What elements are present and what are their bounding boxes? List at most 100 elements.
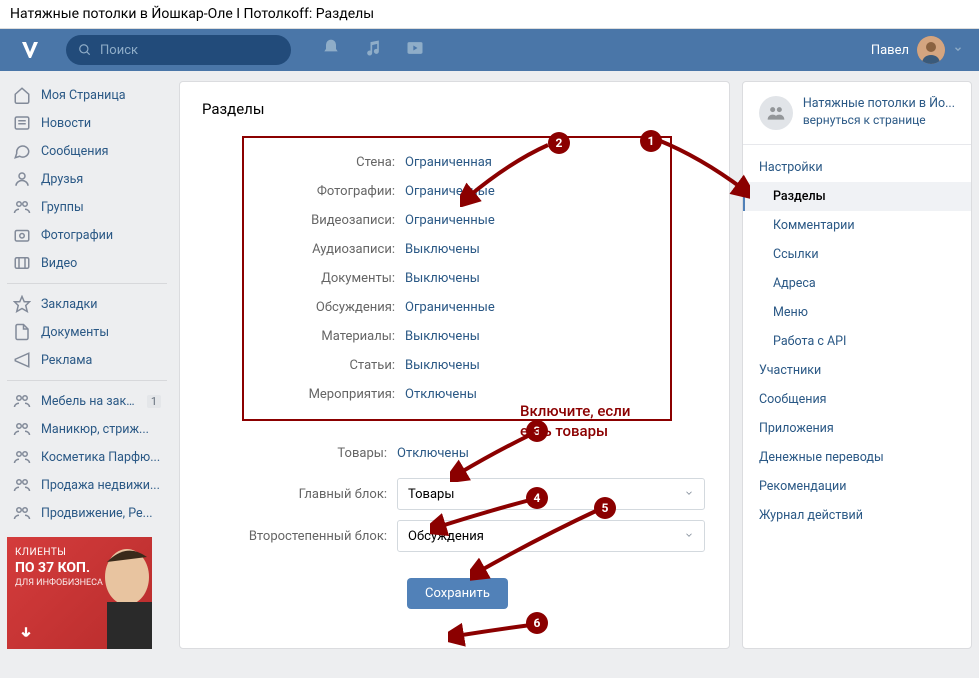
setting-label: Аудиозаписи: <box>250 242 405 257</box>
setting-row: Стена:Ограниченная <box>250 148 656 177</box>
nav-item[interactable]: Продажа недвижи... <box>7 471 167 499</box>
setting-label: Документы: <box>250 271 405 286</box>
setting-row: Фотографии:Ограниченные <box>250 177 656 206</box>
nav-label: Реклама <box>41 353 92 368</box>
group-avatar <box>759 96 793 130</box>
messages-icon <box>13 142 31 160</box>
settings-nav-item[interactable]: Разделы <box>743 182 971 211</box>
nav-label: Закладки <box>41 297 98 312</box>
vk-logo[interactable] <box>18 36 46 64</box>
settings-nav-item[interactable]: Рекомендации <box>743 472 971 501</box>
select-label: Второстепенный блок: <box>242 529 397 544</box>
nav-item[interactable]: Фотографии <box>7 221 167 249</box>
group-icon <box>766 103 786 123</box>
nav-label: Продажа недвижи... <box>41 478 160 493</box>
settings-highlight-box: Стена:ОграниченнаяФотографии:Ограниченны… <box>242 136 672 421</box>
friends-icon <box>13 170 31 188</box>
right-settings-nav: Натяжные потолки в Йо... вернуться к стр… <box>742 81 972 649</box>
music-icon[interactable] <box>363 38 383 62</box>
news-icon <box>13 114 31 132</box>
settings-nav-item[interactable]: Сообщения <box>743 385 971 414</box>
setting-value[interactable]: Ограниченные <box>405 213 495 228</box>
setting-row: Документы:Выключены <box>250 264 656 293</box>
settings-nav-item[interactable]: Журнал действий <box>743 501 971 530</box>
promo-ad[interactable]: КЛИЕНТЫ ПО 37 КОП. ДЛЯ ИНФОБИЗНЕСА <box>7 537 152 649</box>
nav-item[interactable]: Документы <box>7 318 167 346</box>
nav-item[interactable]: Друзья <box>7 165 167 193</box>
setting-row: Обсуждения:Ограниченные <box>250 293 656 322</box>
home-icon <box>13 86 31 104</box>
notifications-icon[interactable] <box>321 38 341 62</box>
annotation-arrow-3 <box>450 432 540 482</box>
nav-label: Мебель на зака... <box>41 394 137 409</box>
shortcut-icon <box>13 392 31 410</box>
user-menu[interactable]: Павел <box>871 36 969 64</box>
nav-item[interactable]: Сообщения <box>7 137 167 165</box>
settings-nav-item[interactable]: Настройки <box>743 153 971 182</box>
nav-item[interactable]: Видео <box>7 249 167 277</box>
settings-nav-item[interactable]: Участники <box>743 356 971 385</box>
nav-label: Маникюр, стриж... <box>41 422 149 437</box>
setting-row: Аудиозаписи:Выключены <box>250 235 656 264</box>
chevron-down-icon <box>684 487 694 502</box>
annotation-arrow-2 <box>460 142 555 207</box>
divider <box>7 283 167 284</box>
shortcut-icon <box>13 420 31 438</box>
nav-label: Видео <box>41 256 77 271</box>
settings-nav-item[interactable]: Приложения <box>743 414 971 443</box>
settings-nav-item[interactable]: Меню <box>743 298 971 327</box>
settings-nav-item[interactable]: Адреса <box>743 269 971 298</box>
setting-label: Статьи: <box>250 358 405 373</box>
setting-label: Материалы: <box>250 329 405 344</box>
nav-item[interactable]: Продвижение, Ре... <box>7 499 167 527</box>
nav-item[interactable]: Мебель на зака...1 <box>7 387 167 415</box>
main-panel: Разделы Стена:ОграниченнаяФотографии:Огр… <box>179 81 730 649</box>
setting-value[interactable]: Выключены <box>405 358 480 373</box>
ads-icon <box>13 351 31 369</box>
chevron-down-icon <box>684 529 694 544</box>
settings-nav-item[interactable]: Ссылки <box>743 240 971 269</box>
video-play-icon[interactable] <box>405 38 425 62</box>
setting-value[interactable]: Выключены <box>405 242 480 257</box>
back-link[interactable]: вернуться к странице <box>803 113 955 127</box>
setting-label: Мероприятия: <box>250 387 405 402</box>
search-input[interactable] <box>100 43 279 58</box>
annotation-arrow-1 <box>655 137 750 202</box>
setting-row: Видеозаписи:Ограниченные <box>250 206 656 235</box>
setting-value[interactable]: Выключены <box>405 329 480 344</box>
annotation-arrow-6 <box>448 622 538 647</box>
nav-item[interactable]: Новости <box>7 109 167 137</box>
group-header[interactable]: Натяжные потолки в Йо... вернуться к стр… <box>743 96 971 145</box>
nav-label: Новости <box>41 116 91 131</box>
shortcut-icon <box>13 504 31 522</box>
top-bar: Павел <box>0 29 979 71</box>
promo-person <box>77 537 152 649</box>
setting-value[interactable]: Выключены <box>405 271 480 286</box>
save-button[interactable]: Сохранить <box>407 578 508 609</box>
nav-item[interactable]: Реклама <box>7 346 167 374</box>
settings-nav-item[interactable]: Работа с API <box>743 327 971 356</box>
setting-label: Фотографии: <box>250 184 405 199</box>
photos-icon <box>13 226 31 244</box>
divider <box>7 380 167 381</box>
nav-label: Продвижение, Ре... <box>41 506 153 521</box>
settings-nav-item[interactable]: Комментарии <box>743 211 971 240</box>
settings-nav-item[interactable]: Денежные переводы <box>743 443 971 472</box>
nav-item[interactable]: Маникюр, стриж... <box>7 415 167 443</box>
left-nav: Моя Страница Новости Сообщения Друзья Группы… <box>7 81 167 649</box>
nav-item[interactable]: Закладки <box>7 290 167 318</box>
nav-item[interactable]: Группы <box>7 193 167 221</box>
setting-label: Видеозаписи: <box>250 213 405 228</box>
shortcut-icon <box>13 476 31 494</box>
setting-label: Стена: <box>250 155 405 170</box>
setting-value[interactable]: Отключены <box>405 387 477 402</box>
setting-label: Товары: <box>242 446 397 461</box>
nav-label: Косметика Парфю... <box>41 450 160 465</box>
setting-value[interactable]: Ограниченные <box>405 300 495 315</box>
search-box[interactable] <box>66 35 291 65</box>
nav-item[interactable]: Моя Страница <box>7 81 167 109</box>
setting-row: Статьи:Выключены <box>250 351 656 380</box>
nav-label: Друзья <box>41 172 83 187</box>
setting-row: Материалы:Выключены <box>250 322 656 351</box>
nav-item[interactable]: Косметика Парфю... <box>7 443 167 471</box>
